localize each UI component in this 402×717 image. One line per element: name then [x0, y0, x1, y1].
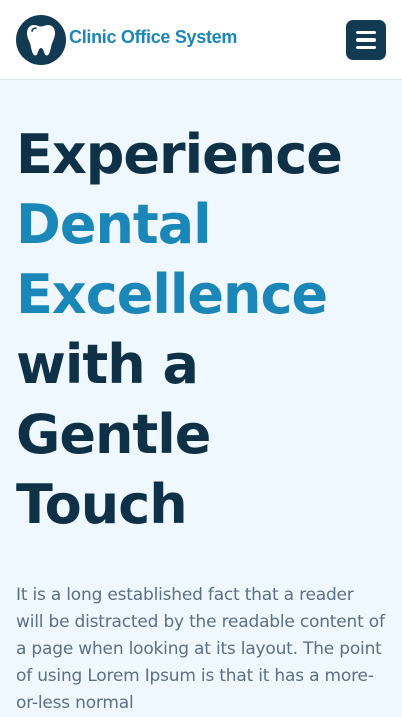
hamburger-menu-icon-bar [356, 45, 376, 50]
hero-section: Experience Dental Excellence with a Gent… [16, 120, 388, 540]
top-navbar: Clinic Office System [0, 0, 402, 80]
hero-description: It is a long established fact that a rea… [16, 585, 385, 713]
hamburger-menu-icon [356, 30, 376, 35]
hero-title-line: with a [16, 333, 199, 396]
logo[interactable] [16, 15, 66, 65]
brand-name[interactable]: Clinic Office System [69, 27, 237, 48]
hero-title-line: Experience [16, 123, 343, 186]
hero-title-line-accent: Excellence [16, 263, 328, 326]
hero-title: Experience Dental Excellence with a Gent… [16, 120, 388, 540]
hero-title-line-accent: Dental [16, 193, 212, 256]
hero-title-line: Gentle [16, 403, 211, 466]
menu-toggle-button[interactable] [346, 20, 386, 60]
hero-title-line: Touch [16, 473, 188, 536]
hamburger-menu-icon-bar [356, 38, 376, 42]
tooth-icon [27, 25, 55, 56]
